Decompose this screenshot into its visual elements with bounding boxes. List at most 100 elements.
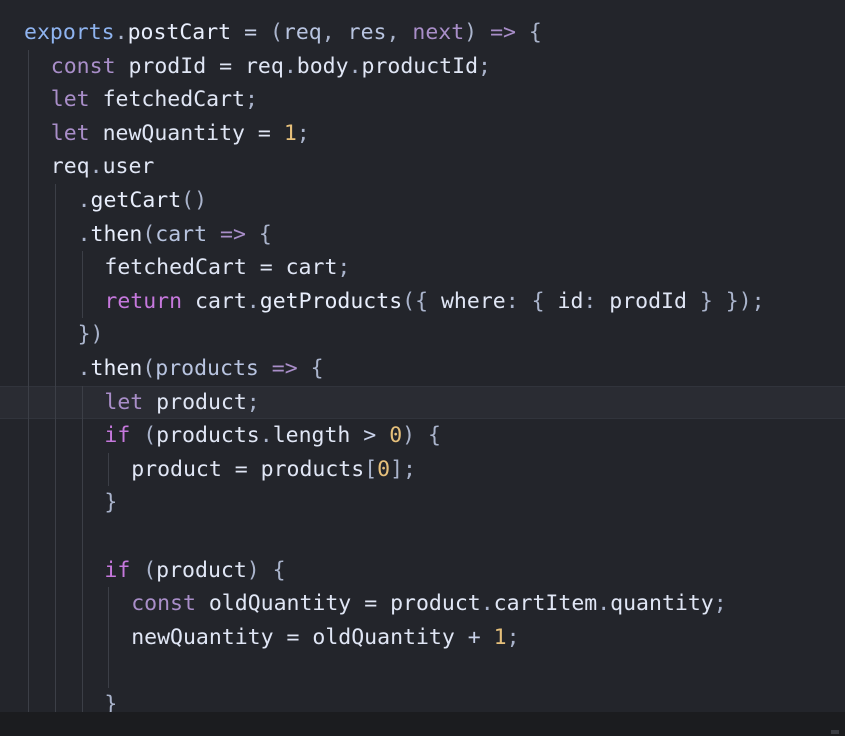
code-text: .getCart() bbox=[78, 184, 207, 218]
code-token: ; bbox=[337, 255, 351, 281]
code-line[interactable]: let product; bbox=[0, 385, 845, 420]
code-line[interactable]: const prodId = req.body.productId; bbox=[0, 49, 845, 84]
code-token: . bbox=[77, 355, 91, 381]
indent-guide bbox=[81, 284, 83, 319]
code-token: ({ bbox=[402, 288, 441, 314]
code-token: . bbox=[77, 221, 91, 247]
code-text: exports.postCart = (req, res, next) => { bbox=[24, 16, 542, 50]
indent-guide bbox=[54, 687, 56, 712]
code-line[interactable]: req.user bbox=[0, 150, 845, 184]
code-line[interactable]: .then(products => { bbox=[0, 351, 845, 386]
code-text: req.user bbox=[51, 150, 155, 184]
code-token: ; bbox=[246, 389, 260, 415]
code-line[interactable] bbox=[0, 519, 845, 554]
code-token: then bbox=[90, 221, 143, 247]
code-token: const bbox=[50, 53, 116, 79]
horizontal-scrollbar[interactable] bbox=[0, 712, 845, 736]
code-token: } bbox=[104, 490, 118, 516]
indent-guide bbox=[28, 49, 29, 84]
code-token: . bbox=[77, 187, 91, 213]
code-line[interactable]: let newQuantity = 1; bbox=[0, 116, 845, 151]
code-line[interactable]: newQuantity = oldQuantity + 1; bbox=[0, 620, 845, 655]
indent-guide bbox=[28, 284, 29, 319]
code-line[interactable]: }) bbox=[0, 318, 845, 352]
code-token: . bbox=[480, 591, 494, 617]
indent-guide bbox=[28, 587, 29, 621]
code-lines[interactable]: exports.postCart = (req, res, next) => {… bbox=[0, 16, 845, 712]
scrollbar-thumb[interactable] bbox=[831, 730, 839, 734]
code-token: ( bbox=[269, 20, 283, 45]
code-token: product bbox=[390, 591, 481, 617]
code-line[interactable]: } bbox=[0, 486, 845, 520]
code-token: ; bbox=[506, 624, 520, 650]
indent-guide bbox=[28, 553, 29, 588]
code-line[interactable]: product = products[0]; bbox=[0, 452, 845, 487]
code-line[interactable]: .getCart() bbox=[0, 183, 845, 218]
code-token: prodId = bbox=[115, 53, 245, 79]
code-line[interactable]: return cart.getProducts({ where: { id: p… bbox=[0, 284, 845, 319]
code-line[interactable]: const oldQuantity = product.cartItem.qua… bbox=[0, 587, 845, 621]
indent-guide bbox=[28, 385, 29, 420]
code-token: } }); bbox=[686, 288, 765, 314]
code-line[interactable]: .then(cart => { bbox=[0, 217, 845, 252]
code-text: product = products[0]; bbox=[131, 453, 416, 487]
code-token: ; bbox=[244, 87, 258, 113]
code-token: ; bbox=[478, 53, 491, 79]
indent-guide bbox=[81, 251, 83, 285]
indent-guide bbox=[28, 687, 29, 712]
code-token: 1 bbox=[283, 120, 297, 146]
code-token: . bbox=[89, 154, 103, 180]
code-text: fetchedCart = cart; bbox=[104, 251, 350, 285]
code-line[interactable] bbox=[0, 654, 845, 688]
code-text: } bbox=[104, 486, 117, 520]
code-token: req bbox=[282, 20, 322, 45]
code-line[interactable]: if (products.length > 0) { bbox=[0, 419, 845, 453]
code-token: () bbox=[181, 187, 208, 213]
code-token: product bbox=[143, 389, 247, 415]
code-text: const prodId = req.body.productId; bbox=[51, 50, 491, 84]
code-token: ( bbox=[142, 221, 156, 247]
code-line[interactable]: exports.postCart = (req, res, next) => { bbox=[0, 16, 845, 50]
code-text: .then(cart => { bbox=[78, 218, 272, 252]
code-token: oldQuantity bbox=[312, 624, 455, 650]
code-token: length bbox=[272, 423, 351, 449]
code-token: [ bbox=[364, 456, 378, 482]
code-editor[interactable]: exports.postCart = (req, res, next) => {… bbox=[0, 0, 845, 712]
indent-guide bbox=[54, 553, 56, 588]
code-token: 0 bbox=[389, 423, 403, 449]
code-token: res bbox=[347, 20, 387, 45]
code-line[interactable]: } bbox=[0, 687, 845, 712]
code-token: body bbox=[296, 53, 349, 79]
code-line[interactable]: let fetchedCart; bbox=[0, 83, 845, 117]
code-token: { bbox=[297, 355, 324, 381]
code-token: cartItem bbox=[493, 591, 598, 617]
code-token: if bbox=[104, 423, 131, 449]
code-line[interactable]: fetchedCart = cart; bbox=[0, 251, 845, 285]
code-token: return bbox=[104, 288, 183, 314]
code-token: }) bbox=[77, 322, 104, 348]
code-token: : bbox=[583, 288, 610, 314]
indent-guide bbox=[28, 486, 29, 520]
code-token: 0 bbox=[377, 456, 391, 482]
code-token: => bbox=[271, 355, 298, 381]
code-token: newQuantity = bbox=[131, 624, 313, 650]
code-token: req bbox=[50, 154, 90, 180]
code-token: { bbox=[515, 20, 542, 45]
code-token: : { bbox=[505, 288, 558, 314]
code-token: ) { bbox=[246, 557, 286, 583]
indent-guide bbox=[54, 183, 56, 218]
indent-guide bbox=[54, 251, 56, 285]
code-token: 1 bbox=[493, 624, 507, 650]
code-token: . bbox=[259, 423, 273, 449]
code-line[interactable]: if (product) { bbox=[0, 553, 845, 588]
code-token: . bbox=[246, 288, 260, 314]
indent-guide bbox=[81, 519, 83, 554]
code-token: quantity bbox=[610, 591, 714, 617]
code-text: let newQuantity = 1; bbox=[51, 117, 310, 151]
code-token: prodId bbox=[609, 288, 687, 314]
code-text: }) bbox=[78, 318, 104, 352]
indent-guide bbox=[28, 318, 29, 352]
code-token: { bbox=[245, 221, 272, 247]
code-token: oldQuantity = bbox=[195, 591, 391, 617]
code-text: let fetchedCart; bbox=[51, 83, 258, 117]
